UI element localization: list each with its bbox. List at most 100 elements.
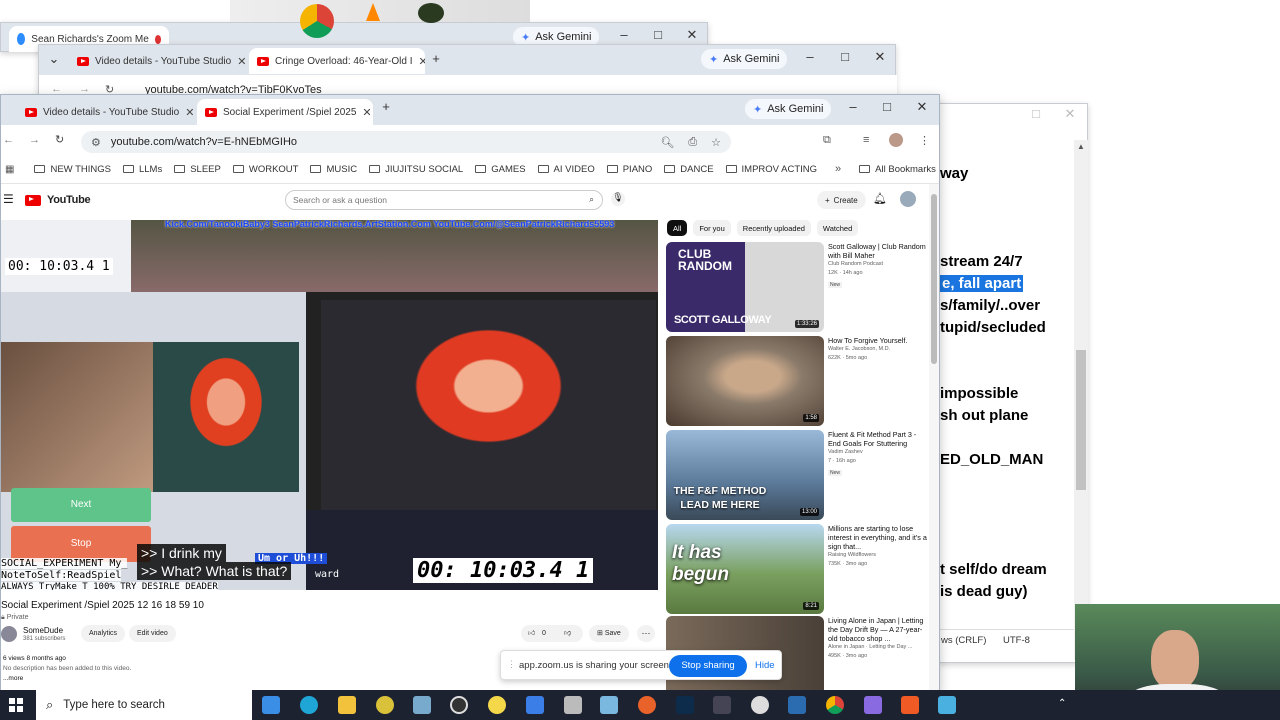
close-button[interactable]: ✕ xyxy=(683,27,701,43)
bookmark-folder[interactable]: DANCE xyxy=(664,164,714,175)
task-view-icon[interactable] xyxy=(262,696,280,714)
chip-all[interactable]: All xyxy=(667,220,688,236)
media-icon[interactable]: ≡ xyxy=(863,134,869,146)
close-tab-icon[interactable]: ✕ xyxy=(412,55,425,68)
docs-icon[interactable] xyxy=(526,696,544,714)
forward-icon[interactable]: → xyxy=(29,134,40,146)
bookmark-folder[interactable]: GAMES xyxy=(475,164,526,175)
brave-icon[interactable] xyxy=(901,696,919,714)
video-thumbnail[interactable]: It has begun 8:21 xyxy=(666,524,824,614)
bookmark-folder[interactable]: JIUJITSU SOCIAL xyxy=(369,164,463,175)
recommended-video[interactable]: It has begun 8:21 Millions are starting … xyxy=(666,524,936,614)
close-button[interactable]: ✕ xyxy=(913,99,931,115)
search-icon[interactable]: ⌕ xyxy=(589,194,594,205)
app-icon[interactable] xyxy=(864,696,882,714)
bulb-icon[interactable] xyxy=(488,696,506,714)
maximize-button[interactable]: □ xyxy=(649,27,667,42)
video-thumbnail[interactable]: THE F&F METHOD LEAD ME HERE 13:00 xyxy=(666,430,824,520)
channel-avatar[interactable] xyxy=(1,626,17,642)
bookmark-folder[interactable]: WORKOUT xyxy=(232,164,298,175)
app-icon[interactable] xyxy=(788,696,806,714)
maximize-button[interactable]: □ xyxy=(836,49,854,64)
video-title[interactable]: Living Alone in Japan | Letting the Day … xyxy=(828,616,928,643)
ask-gemini-button[interactable]: ✦ Ask Gemini xyxy=(745,99,832,119)
windows-start-icon[interactable] xyxy=(9,698,23,712)
scroll-thumb[interactable] xyxy=(1076,350,1086,490)
scroll-thumb[interactable] xyxy=(931,194,937,364)
maximize-button[interactable]: □ xyxy=(1027,106,1045,121)
video-title[interactable]: Fluent & Fit Method Part 3 - End Goals F… xyxy=(828,430,928,448)
channel-name[interactable]: Alone in Japan · Letting the Day ... xyxy=(828,644,928,652)
minimize-button[interactable]: – xyxy=(615,27,633,42)
more-link[interactable]: ...more xyxy=(3,674,511,684)
tab-cringe-overload[interactable]: Cringe Overload: 46-Year-Old I ✕ xyxy=(249,48,425,74)
channel-name[interactable]: SomeDude xyxy=(23,626,63,635)
page-scrollbar[interactable] xyxy=(929,184,939,694)
app-icon[interactable] xyxy=(713,696,731,714)
app-icon[interactable] xyxy=(564,696,582,714)
bookmark-folder[interactable]: SLEEP xyxy=(174,164,221,175)
profile-icon[interactable] xyxy=(889,133,903,147)
close-button[interactable]: ✕ xyxy=(1061,106,1079,122)
tab-social-experiment[interactable]: Social Experiment /Spiel 2025 ✕ xyxy=(197,99,373,125)
hamburger-icon[interactable]: ☰ xyxy=(3,192,14,206)
video-player[interactable]: Kick.Com/TanookiBaby3 SeanPatrickRichard… xyxy=(1,220,658,590)
create-button[interactable]: + Create xyxy=(817,191,866,209)
obs-icon[interactable] xyxy=(450,696,468,714)
bookmark-folder[interactable]: IMPROV ACTING xyxy=(725,164,817,175)
edge-icon[interactable] xyxy=(300,696,318,714)
bookmark-folder[interactable]: LLMs xyxy=(122,164,162,175)
close-tab-icon[interactable]: ✕ xyxy=(356,106,371,119)
firefox-icon[interactable] xyxy=(638,696,656,714)
youtube-logo[interactable]: YouTube xyxy=(25,194,91,206)
tab-search-button[interactable]: ⌄ xyxy=(45,51,63,67)
scroll-up-icon[interactable]: ▲ xyxy=(1077,142,1085,151)
video-title[interactable]: Scott Galloway | Club Random with Bill M… xyxy=(828,242,928,260)
close-tab-icon[interactable]: ✕ xyxy=(231,55,245,68)
address-bar[interactable]: ⚙ youtube.com/watch?v=E-hNEbMGIHo 🔍︎ ⎙ ☆ xyxy=(81,131,731,153)
back-icon[interactable]: ← xyxy=(3,134,14,146)
video-title[interactable]: How To Forgive Yourself. xyxy=(828,336,928,345)
new-tab-button[interactable]: + xyxy=(427,51,445,66)
mic-icon[interactable]: 🎙︎ xyxy=(611,192,625,206)
minimize-button[interactable]: – xyxy=(801,49,819,64)
video-title[interactable]: Millions are starting to lose interest i… xyxy=(828,524,928,551)
tab-video-details[interactable]: Video details - YouTube Studio ✕ xyxy=(69,48,245,74)
chrome-icon[interactable] xyxy=(826,696,844,714)
close-button[interactable]: ✕ xyxy=(871,49,889,65)
photoshop-icon[interactable] xyxy=(676,696,694,714)
more-actions-button[interactable]: ⋯ xyxy=(637,625,655,642)
chip-for-you[interactable]: For you xyxy=(693,220,731,236)
scrollbar[interactable]: ▲ xyxy=(1074,140,1088,660)
like-icon[interactable]: 👍︎ xyxy=(528,625,535,642)
tab-video-details[interactable]: Video details - YouTube Studio ✕ xyxy=(17,99,193,125)
bookmark-folder[interactable]: MUSIC xyxy=(310,164,357,175)
channel-name[interactable]: Raising Wildflowers xyxy=(828,552,928,560)
bookmark-folder[interactable]: NEW THINGS xyxy=(34,164,111,175)
recommended-video[interactable]: CLUB RANDOM SCOTT GALLOWAY 1:33:26 Scott… xyxy=(666,242,936,332)
maximize-button[interactable]: □ xyxy=(878,99,896,114)
bookmark-folder[interactable]: PIANO xyxy=(606,164,652,175)
more-bookmarks-icon[interactable]: » xyxy=(835,163,841,175)
video-thumbnail[interactable]: 1:58 xyxy=(666,336,824,426)
minimize-button[interactable]: – xyxy=(844,99,862,114)
dislike-icon[interactable]: 👎︎ xyxy=(564,625,571,642)
bookmark-folder[interactable]: AI VIDEO xyxy=(537,164,595,175)
edit-video-button[interactable]: Edit video xyxy=(129,625,176,642)
chip-recently-uploaded[interactable]: Recently uploaded xyxy=(736,220,811,236)
hide-button[interactable]: Hide xyxy=(755,660,775,671)
search-input[interactable]: Search or ask a question ⌕ xyxy=(285,190,603,210)
channel-name[interactable]: Club Random Podcast xyxy=(828,261,928,269)
stop-sharing-button[interactable]: Stop sharing xyxy=(669,655,747,677)
save-button[interactable]: ⊞ Save xyxy=(589,625,629,642)
close-tab-icon[interactable]: ✕ xyxy=(179,106,193,119)
new-tab-button[interactable]: + xyxy=(377,99,395,114)
app-icon[interactable] xyxy=(938,696,956,714)
recommended-video[interactable]: 1:58 How To Forgive Yourself. Walter E. … xyxy=(666,336,936,426)
next-button[interactable]: Next xyxy=(11,488,151,522)
file-explorer-icon[interactable] xyxy=(338,696,356,714)
channel-name[interactable]: Vadim Zashev xyxy=(828,449,928,457)
reload-icon[interactable]: ↻ xyxy=(55,133,64,146)
description-box[interactable]: 6 views 8 months ago No description has … xyxy=(1,654,511,692)
menu-icon[interactable]: ⋮ xyxy=(919,134,930,147)
